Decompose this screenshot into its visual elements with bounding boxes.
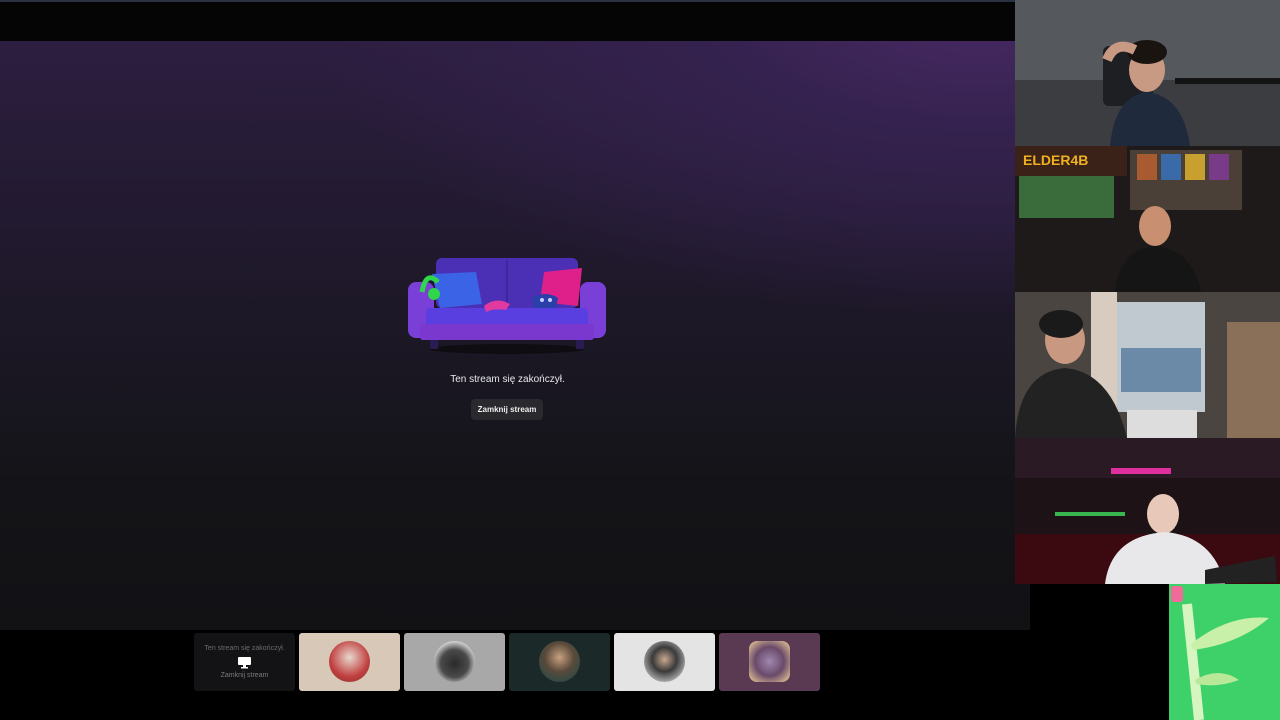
webcam-feed-4[interactable] <box>1015 438 1280 584</box>
webcam-person-4 <box>1015 438 1280 584</box>
thumbnail-close-label: Zamknij stream <box>220 672 269 679</box>
webcam-person-2: ELDER4B <box>1015 146 1280 292</box>
thumbnail-ended-message: Ten stream się zakończył. <box>204 645 285 652</box>
close-stream-button[interactable]: Zamknij stream <box>471 399 543 420</box>
thumbnail-stream-4[interactable] <box>509 633 610 691</box>
webcam-column: ELDER4B <box>1015 0 1280 584</box>
elder-logo: ELDER4B <box>1023 152 1088 168</box>
thumbnail-stream-5[interactable] <box>614 633 715 691</box>
stream-ended-panel: Ten stream się zakończył. Zamknij stream <box>0 41 1015 630</box>
stream-player[interactable]: Ten stream się zakończył. Zamknij stream <box>0 41 1030 630</box>
thumbnail-avatar-4 <box>539 641 580 682</box>
couch-illustration <box>408 258 606 354</box>
thumbnail-stream-3[interactable] <box>404 633 505 691</box>
webcam-person-3 <box>1015 292 1280 438</box>
thumbnail-avatar-2 <box>329 641 370 682</box>
thumbnail-ended-stream[interactable]: Ten stream się zakończył. Zamknij stream <box>194 633 295 691</box>
webcam-feed-2[interactable]: ELDER4B <box>1015 146 1280 292</box>
webcam-person-1 <box>1015 0 1280 146</box>
thumbnail-avatar-5 <box>644 641 685 682</box>
webcam-feed-3[interactable] <box>1015 292 1280 438</box>
thumbnail-stream-2[interactable] <box>299 633 400 691</box>
thumbnail-avatar-3 <box>434 641 475 682</box>
bamboo-sticker <box>1169 584 1280 720</box>
webcam-feed-1[interactable] <box>1015 0 1280 146</box>
top-bar <box>0 0 1015 41</box>
thumbnail-stream-6[interactable] <box>719 633 820 691</box>
bamboo-illustration <box>1169 584 1280 720</box>
stream-ended-message: Ten stream się zakończył. <box>450 374 565 385</box>
thumbnail-avatar-6 <box>749 641 790 682</box>
monitor-icon <box>238 657 251 669</box>
